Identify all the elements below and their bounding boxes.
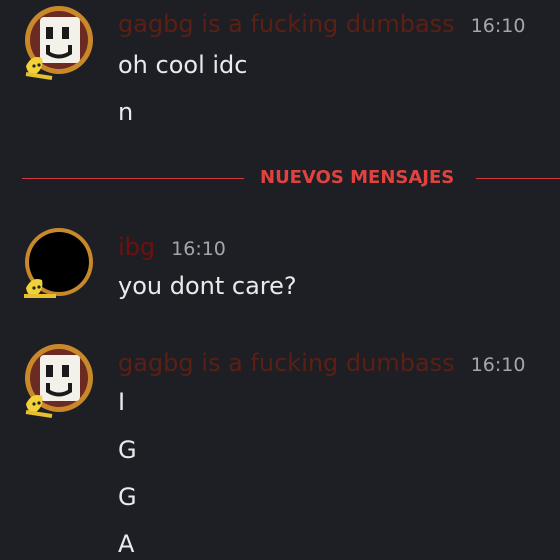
message-text: G [118, 436, 137, 464]
author-name[interactable]: ibg [118, 233, 155, 261]
message-timestamp: 16:10 [171, 238, 226, 260]
black-circle-avatar-icon [24, 228, 93, 298]
divider-rule-left [22, 178, 244, 179]
smiley-face-avatar-icon [25, 344, 93, 418]
new-messages-label: NUEVOS MENSAJES [260, 167, 455, 188]
message-text: you dont care? [118, 272, 297, 300]
user-avatar[interactable] [22, 226, 96, 300]
author-line: gagbg is a fucking dumbass 16:10 [118, 349, 525, 377]
message-text: I [118, 388, 126, 416]
author-line: gagbg is a fucking dumbass 16:10 [118, 10, 525, 38]
author-name[interactable]: gagbg is a fucking dumbass [118, 10, 455, 38]
smiley-face-avatar-icon [25, 6, 93, 80]
user-avatar[interactable] [22, 344, 96, 418]
message-text: oh cool idc [118, 51, 248, 79]
author-name[interactable]: gagbg is a fucking dumbass [118, 349, 455, 377]
message-text: G [118, 483, 137, 511]
message-text: n [118, 98, 134, 126]
message-text: A [118, 530, 135, 558]
chat-message-list: gagbg is a fucking dumbass 16:10 oh cool… [0, 0, 560, 560]
message-timestamp: 16:10 [470, 354, 526, 376]
divider-rule-right [476, 178, 560, 179]
new-messages-divider: NUEVOS MENSAJES [22, 167, 560, 188]
user-avatar[interactable] [22, 6, 96, 80]
message-timestamp: 16:10 [470, 15, 526, 37]
author-line: ibg 16:10 [118, 233, 226, 261]
